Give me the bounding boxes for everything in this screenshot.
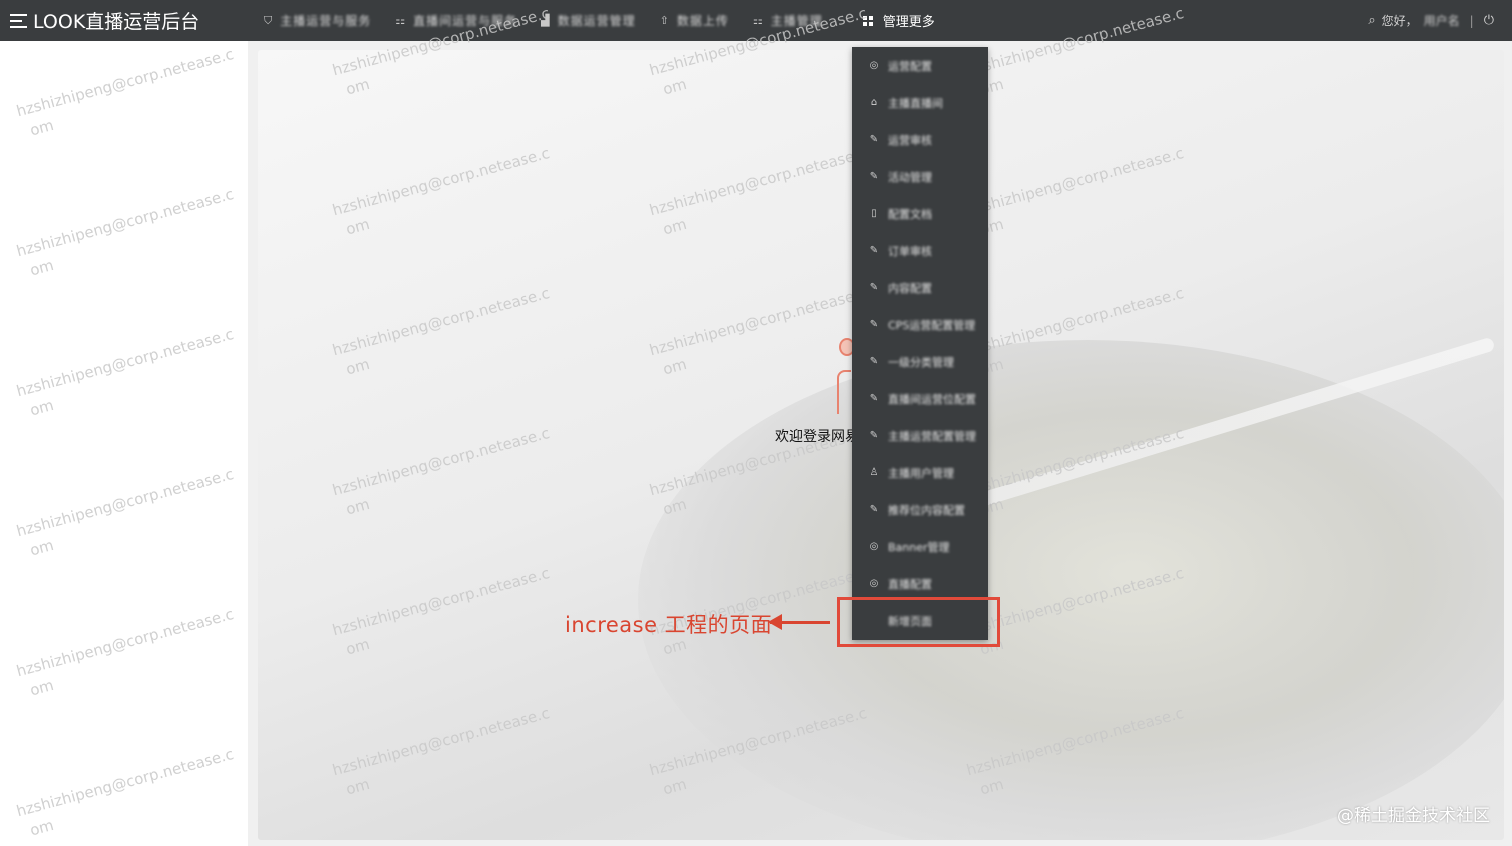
edit-icon: ✎ — [869, 245, 879, 256]
edit-icon: ✎ — [869, 393, 879, 404]
document-icon: ▯ — [871, 208, 877, 219]
user-area: ⌕ 您好， 用户名 | ⏻ — [1368, 0, 1494, 41]
edit-icon: ✎ — [869, 356, 879, 367]
divider: | — [1469, 13, 1474, 28]
credit-watermark: @稀土掘金技术社区 — [1337, 806, 1490, 826]
edit-icon: ✎ — [869, 171, 879, 182]
nav-item-4[interactable]: ⇧ 数据上传 — [648, 0, 741, 41]
manage-more-dropdown: ◎ 运营配置 ⌂ 主播直播间 ✎ 运营审核 ✎ 活动管理 ▯ 配置文档 ✎ 订单审核 ✎ 内容… — [852, 47, 988, 640]
nav-item-label: 数据上传 — [676, 14, 729, 28]
home-icon: ⌂ — [870, 97, 878, 108]
edit-icon: ✎ — [869, 134, 879, 145]
apps-icon: ⚏ — [752, 14, 763, 27]
dropdown-item[interactable]: ✎ 直播间运营位配置 — [852, 380, 988, 417]
target-icon: ◎ — [869, 60, 879, 71]
target-icon: ◎ — [869, 578, 879, 589]
greeting: 您好， — [1381, 14, 1418, 28]
dropdown-item[interactable]: ♙ 主播用户管理 — [852, 454, 988, 491]
logout-icon[interactable]: ⏻ — [1484, 13, 1494, 28]
nav-item-label: 主播运营与服务 — [280, 14, 372, 28]
search-icon[interactable]: ⌕ — [1368, 13, 1375, 28]
dropdown-item[interactable]: ⌂ 主播直播间 — [852, 84, 988, 121]
app-title: LOOK直播运营后台 — [33, 11, 200, 33]
dropdown-item[interactable]: ◎ Banner管理 — [852, 528, 988, 565]
nav-item-1[interactable]: ⛉ 主播运营与服务 — [252, 0, 383, 41]
nav-item-label: 数据运营管理 — [557, 14, 636, 28]
menu-icon[interactable] — [10, 13, 27, 28]
highlight-box — [837, 597, 1000, 647]
edit-icon: ✎ — [869, 430, 879, 441]
nav-item-label: 管理更多 — [882, 15, 935, 30]
watermark: hzshizhipeng@corp.netease.c om — [14, 184, 236, 280]
user-icon: ♙ — [869, 467, 879, 478]
watermark: hzshizhipeng@corp.netease.c om — [14, 464, 236, 560]
dropdown-item[interactable]: ✎ 主播运营配置管理 — [852, 417, 988, 454]
edit-icon: ✎ — [869, 319, 879, 330]
dropdown-item[interactable]: ▯ 配置文档 — [852, 195, 988, 232]
watermark: hzshizhipeng@corp.netease.c om — [14, 744, 236, 840]
dropdown-item[interactable]: ✎ 推荐位内容配置 — [852, 491, 988, 528]
upload-icon: ⇧ — [659, 14, 669, 27]
apps-icon: ⚏ — [395, 14, 406, 27]
dropdown-item[interactable]: ✎ 运营审核 — [852, 121, 988, 158]
dropdown-item[interactable]: ◎ 运营配置 — [852, 47, 988, 84]
dropdown-item[interactable]: ✎ 订单审核 — [852, 232, 988, 269]
dropdown-item[interactable]: ✎ 活动管理 — [852, 158, 988, 195]
annotation-label: increase 工程的页面 — [565, 613, 773, 637]
watermark: hzshizhipeng@corp.netease.c om — [14, 324, 236, 420]
dropdown-item[interactable]: ✎ 一级分类管理 — [852, 343, 988, 380]
dropdown-item[interactable]: ✎ 内容配置 — [852, 269, 988, 306]
watermark: hzshizhipeng@corp.netease.c om — [14, 44, 236, 140]
sidebar: hzshizhipeng@corp.netease.c om hzshizhipe… — [0, 41, 248, 846]
edit-icon: ✎ — [869, 282, 879, 293]
target-icon: ◎ — [869, 541, 879, 552]
welcome-text: 欢迎登录网易 — [775, 429, 859, 445]
dropdown-item[interactable]: ✎ CPS运营配置管理 — [852, 306, 988, 343]
brand[interactable]: LOOK直播运营后台 — [0, 0, 252, 41]
shield-check-icon: ⛉ — [264, 13, 273, 27]
watermark: hzshizhipeng@corp.netease.c om — [14, 604, 236, 700]
user-name[interactable]: 用户名 — [1424, 12, 1460, 29]
annotation-arrow — [768, 614, 830, 630]
edit-icon: ✎ — [869, 504, 879, 515]
